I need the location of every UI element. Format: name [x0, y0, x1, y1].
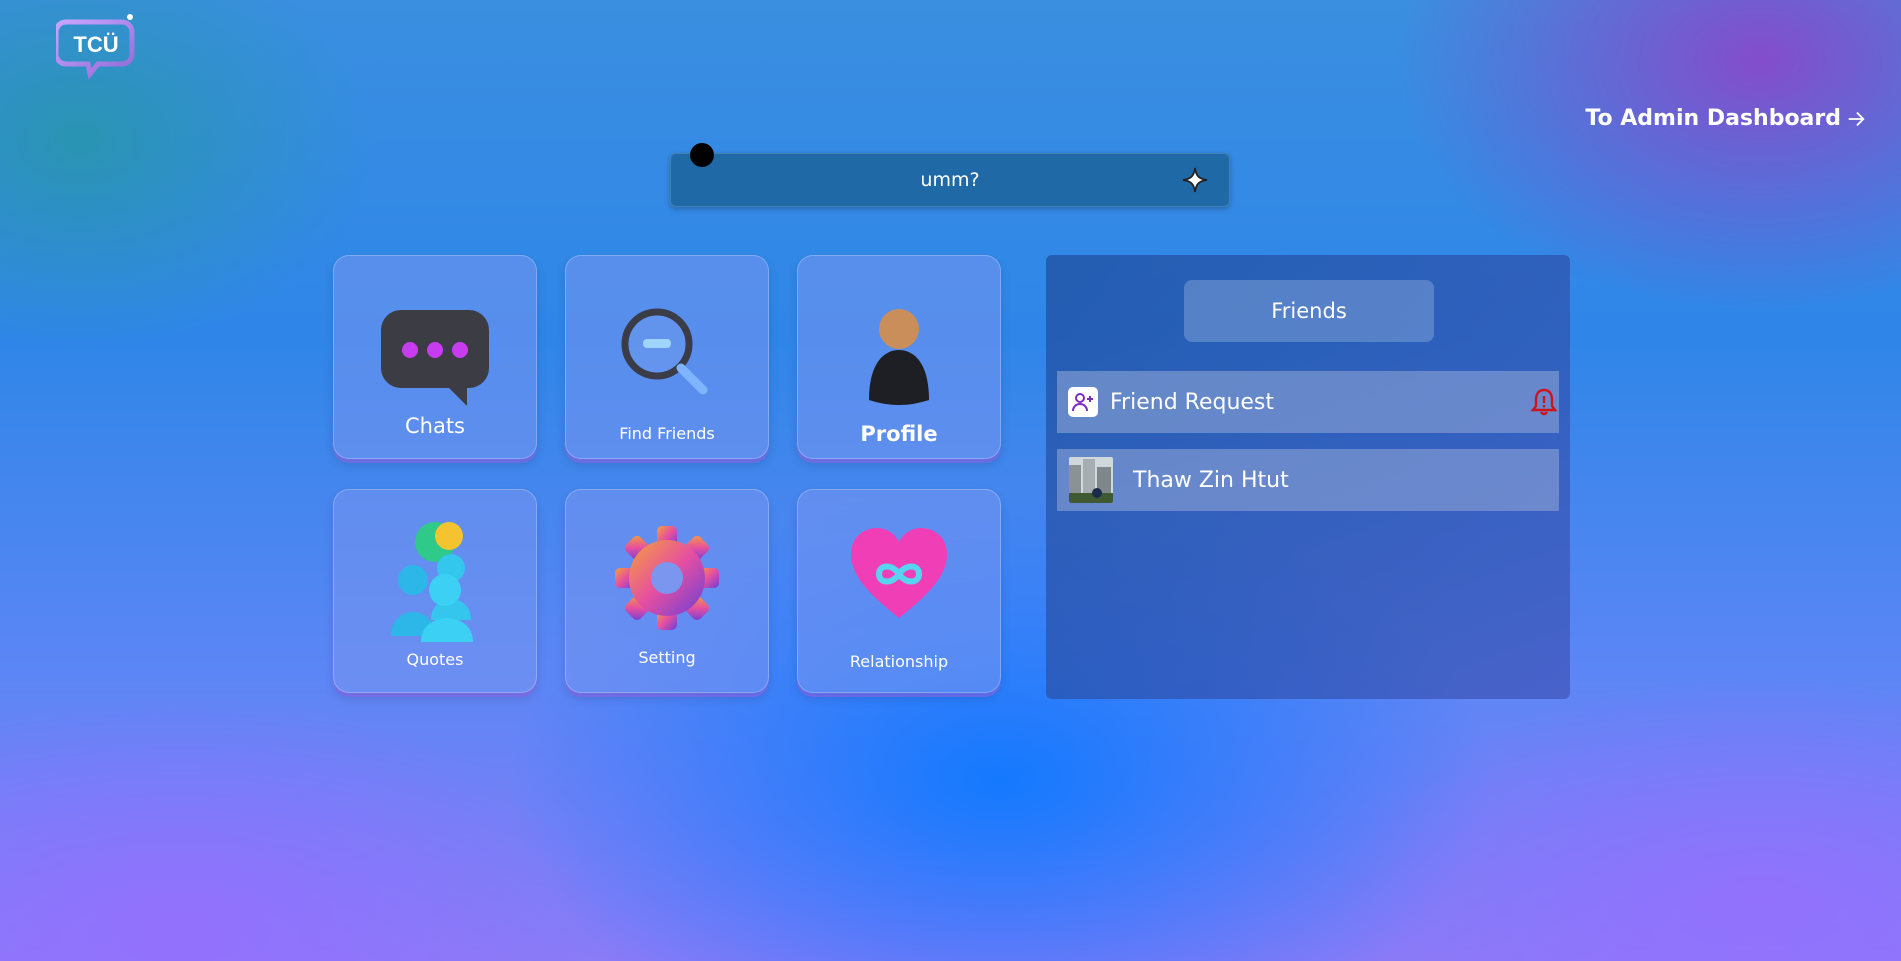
- ai-prompt-bar[interactable]: umm?: [670, 143, 1230, 207]
- friend-name: Thaw Zin Htut: [1133, 467, 1289, 493]
- friends-panel: Friends Friend Request Thaw Zin Htut: [1046, 255, 1570, 699]
- avatar: [1069, 457, 1113, 503]
- tile-profile[interactable]: Profile: [797, 255, 1001, 459]
- ai-prompt-text: umm?: [920, 169, 980, 191]
- sparkle-icon[interactable]: [1181, 166, 1209, 194]
- tile-chats[interactable]: Chats: [333, 255, 537, 459]
- arrow-right-icon: [1848, 111, 1865, 126]
- friend-request-label: Friend Request: [1110, 389, 1275, 415]
- tile-find-friends[interactable]: Find Friends: [565, 255, 769, 459]
- tile-label: Setting: [638, 648, 696, 667]
- gear-icon: [566, 524, 768, 632]
- logo-text: TCÜ: [73, 32, 118, 57]
- tile-quotes[interactable]: Quotes: [333, 489, 537, 693]
- tab-friends[interactable]: Friends: [1184, 280, 1434, 342]
- heart-infinity-icon: [798, 524, 1000, 624]
- people-group-icon: [334, 520, 536, 645]
- alert-bell-icon[interactable]: [1529, 387, 1559, 417]
- tile-label: Relationship: [849, 652, 949, 671]
- friend-row[interactable]: Thaw Zin Htut: [1057, 449, 1559, 511]
- tile-label: Find Friends: [619, 424, 715, 443]
- tile-label: Quotes: [406, 650, 464, 669]
- recording-dot[interactable]: [690, 143, 714, 167]
- admin-dashboard-link[interactable]: To Admin Dashboard: [1585, 106, 1867, 131]
- chat-bubble-icon: [334, 308, 536, 408]
- tile-relationship[interactable]: Relationship: [797, 489, 1001, 693]
- tile-setting[interactable]: Setting: [565, 489, 769, 693]
- tile-label: Chats: [404, 414, 466, 438]
- friend-request-row[interactable]: Friend Request: [1057, 371, 1559, 433]
- person-icon: [798, 308, 1000, 408]
- app-logo[interactable]: TCÜ: [53, 14, 136, 80]
- add-user-icon: [1068, 387, 1098, 417]
- tile-label: Profile: [860, 422, 938, 446]
- admin-dashboard-label: To Admin Dashboard: [1585, 106, 1841, 131]
- magnifier-icon: [566, 306, 768, 406]
